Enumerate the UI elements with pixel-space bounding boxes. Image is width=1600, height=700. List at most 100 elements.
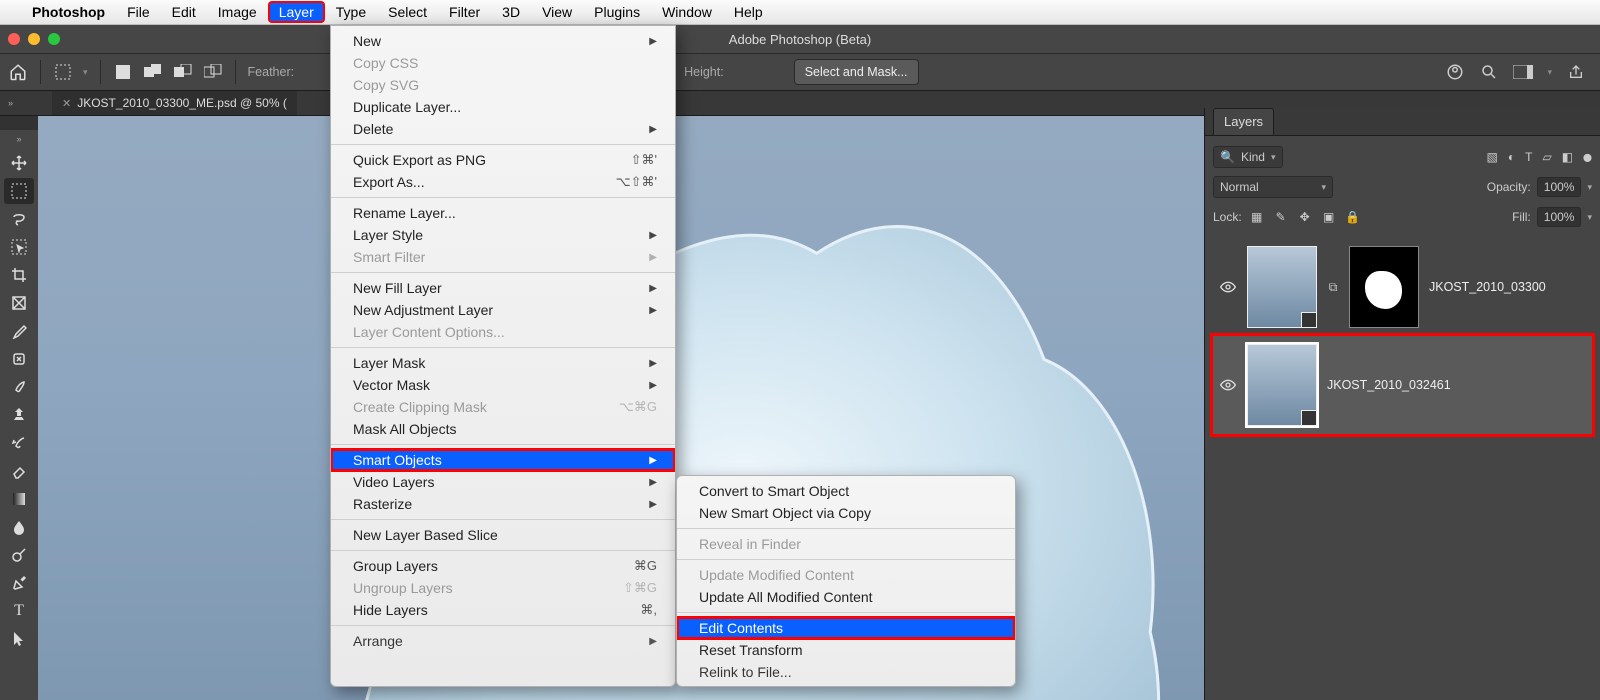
menu-item-arrange[interactable]: Arrange▶ <box>331 630 675 652</box>
chevron-down-icon[interactable]: ▾ <box>1587 212 1592 223</box>
lasso-tool[interactable] <box>4 206 34 232</box>
pen-tool[interactable] <box>4 570 34 596</box>
menu-view[interactable]: View <box>532 2 582 22</box>
menu-item-rasterize[interactable]: Rasterize▶ <box>331 493 675 515</box>
menu-3d[interactable]: 3D <box>492 2 530 22</box>
cloud-account-icon[interactable] <box>1445 62 1465 82</box>
document-tab[interactable]: ✕ JKOST_2010_03300_ME.psd @ 50% ( <box>52 91 297 115</box>
menu-item-export-as[interactable]: Export As...⌥⇧⌘' <box>331 171 675 193</box>
lock-all-icon[interactable]: 🔒 <box>1344 210 1362 224</box>
chevron-down-icon[interactable]: ▾ <box>1587 182 1592 193</box>
menu-image[interactable]: Image <box>208 2 267 22</box>
menu-help[interactable]: Help <box>724 2 773 22</box>
filter-adjustment-icon[interactable]: ◐ <box>1508 150 1515 164</box>
zoom-window-icon[interactable] <box>48 33 60 45</box>
history-brush-tool[interactable] <box>4 430 34 456</box>
selection-add-icon[interactable] <box>143 62 163 82</box>
layer-thumbnail[interactable] <box>1247 344 1317 426</box>
layer-row[interactable]: JKOST_2010_032461 <box>1213 336 1592 434</box>
search-icon[interactable] <box>1479 62 1499 82</box>
menu-item-rename-layer[interactable]: Rename Layer... <box>331 202 675 224</box>
minimize-window-icon[interactable] <box>28 33 40 45</box>
menu-item-video-layers[interactable]: Video Layers▶ <box>331 471 675 493</box>
menu-item-vector-mask[interactable]: Vector Mask▶ <box>331 374 675 396</box>
filter-pixel-icon[interactable]: ▧ <box>1487 150 1498 164</box>
menu-select[interactable]: Select <box>378 2 437 22</box>
layer-row[interactable]: ⧉JKOST_2010_03300 <box>1213 238 1592 336</box>
filter-shape-icon[interactable]: ▱ <box>1542 150 1551 164</box>
marquee-tool[interactable] <box>4 178 34 204</box>
opacity-value-input[interactable]: 100% <box>1537 177 1582 197</box>
menu-plugins[interactable]: Plugins <box>584 2 650 22</box>
filter-smartobject-icon[interactable]: ◧ <box>1562 150 1573 164</box>
visibility-eye-icon[interactable] <box>1219 376 1237 394</box>
filter-toggle-icon[interactable]: ⬤ <box>1583 153 1592 162</box>
brush-tool[interactable] <box>4 374 34 400</box>
eyedropper-tool[interactable] <box>4 318 34 344</box>
visibility-eye-icon[interactable] <box>1219 278 1237 296</box>
menu-item-new[interactable]: New▶ <box>331 30 675 52</box>
lock-artboard-icon[interactable]: ▣ <box>1320 210 1338 224</box>
workspace-switcher-icon[interactable] <box>1513 62 1533 82</box>
path-selection-tool[interactable] <box>4 626 34 652</box>
menu-item-relink-to-file[interactable]: Relink to File... <box>677 661 1015 683</box>
menu-item-new-fill-layer[interactable]: New Fill Layer▶ <box>331 277 675 299</box>
crop-tool[interactable] <box>4 262 34 288</box>
marquee-tool-icon[interactable] <box>53 62 73 82</box>
menu-item-edit-contents[interactable]: Edit Contents <box>677 617 1015 639</box>
menu-item-update-all-modified-content[interactable]: Update All Modified Content <box>677 586 1015 608</box>
menu-item-convert-to-smart-object[interactable]: Convert to Smart Object <box>677 480 1015 502</box>
menu-item-group-layers[interactable]: Group Layers⌘G <box>331 555 675 577</box>
layer-thumbnail[interactable] <box>1247 246 1317 328</box>
blur-tool[interactable] <box>4 514 34 540</box>
menu-item-new-adjustment-layer[interactable]: New Adjustment Layer▶ <box>331 299 675 321</box>
layer-filter-icons[interactable]: ▧ ◐ T ▱ ◧ ⬤ <box>1487 150 1592 164</box>
move-tool[interactable] <box>4 150 34 176</box>
select-and-mask-button[interactable]: Select and Mask... <box>794 59 919 85</box>
object-selection-tool[interactable] <box>4 234 34 260</box>
layer-name-label[interactable]: JKOST_2010_032461 <box>1327 378 1451 392</box>
menu-filter[interactable]: Filter <box>439 2 490 22</box>
menu-item-mask-all-objects[interactable]: Mask All Objects <box>331 418 675 440</box>
eraser-tool[interactable] <box>4 458 34 484</box>
type-tool[interactable]: T <box>4 598 34 624</box>
healing-brush-tool[interactable] <box>4 346 34 372</box>
app-name[interactable]: Photoshop <box>22 2 115 22</box>
menu-item-new-smart-object-via-copy[interactable]: New Smart Object via Copy <box>677 502 1015 524</box>
menu-item-hide-layers[interactable]: Hide Layers⌘, <box>331 599 675 621</box>
menu-item-reset-transform[interactable]: Reset Transform <box>677 639 1015 661</box>
window-traffic-lights[interactable] <box>8 33 60 45</box>
layer-mask-thumbnail[interactable] <box>1349 246 1419 328</box>
layers-panel-tab[interactable]: Layers <box>1213 108 1274 135</box>
gradient-tool[interactable] <box>4 486 34 512</box>
chevron-down-icon[interactable]: ▾ <box>83 67 88 78</box>
menu-window[interactable]: Window <box>652 2 722 22</box>
blend-mode-select[interactable]: Normal▾ <box>1213 176 1333 198</box>
menu-edit[interactable]: Edit <box>162 2 206 22</box>
collapse-tools-icon[interactable]: » <box>16 134 21 148</box>
home-icon[interactable] <box>8 62 28 82</box>
chevron-down-icon[interactable]: ▾ <box>1547 67 1552 78</box>
close-window-icon[interactable] <box>8 33 20 45</box>
menu-item-new-layer-based-slice[interactable]: New Layer Based Slice <box>331 524 675 546</box>
menu-type[interactable]: Type <box>326 2 376 22</box>
expand-panels-icon[interactable]: » <box>8 98 13 108</box>
filter-type-icon[interactable]: T <box>1525 150 1532 164</box>
menu-layer[interactable]: Layer <box>269 2 324 22</box>
fill-value-input[interactable]: 100% <box>1537 207 1582 227</box>
share-icon[interactable] <box>1566 62 1586 82</box>
menu-item-delete[interactable]: Delete▶ <box>331 118 675 140</box>
selection-intersect-icon[interactable] <box>203 62 223 82</box>
clone-stamp-tool[interactable] <box>4 402 34 428</box>
layer-filter-type-select[interactable]: 🔍Kind ▾ <box>1213 146 1283 168</box>
menu-item-quick-export-as-png[interactable]: Quick Export as PNG⇧⌘' <box>331 149 675 171</box>
selection-new-icon[interactable] <box>113 62 133 82</box>
menu-item-layer-style[interactable]: Layer Style▶ <box>331 224 675 246</box>
lock-transparency-icon[interactable]: ▦ <box>1248 210 1266 224</box>
close-tab-icon[interactable]: ✕ <box>62 97 71 110</box>
menu-file[interactable]: File <box>117 2 160 22</box>
lock-image-icon[interactable]: ✎ <box>1272 210 1290 224</box>
menu-item-smart-objects[interactable]: Smart Objects▶ <box>331 449 675 471</box>
menu-item-layer-mask[interactable]: Layer Mask▶ <box>331 352 675 374</box>
menu-item-duplicate-layer[interactable]: Duplicate Layer... <box>331 96 675 118</box>
